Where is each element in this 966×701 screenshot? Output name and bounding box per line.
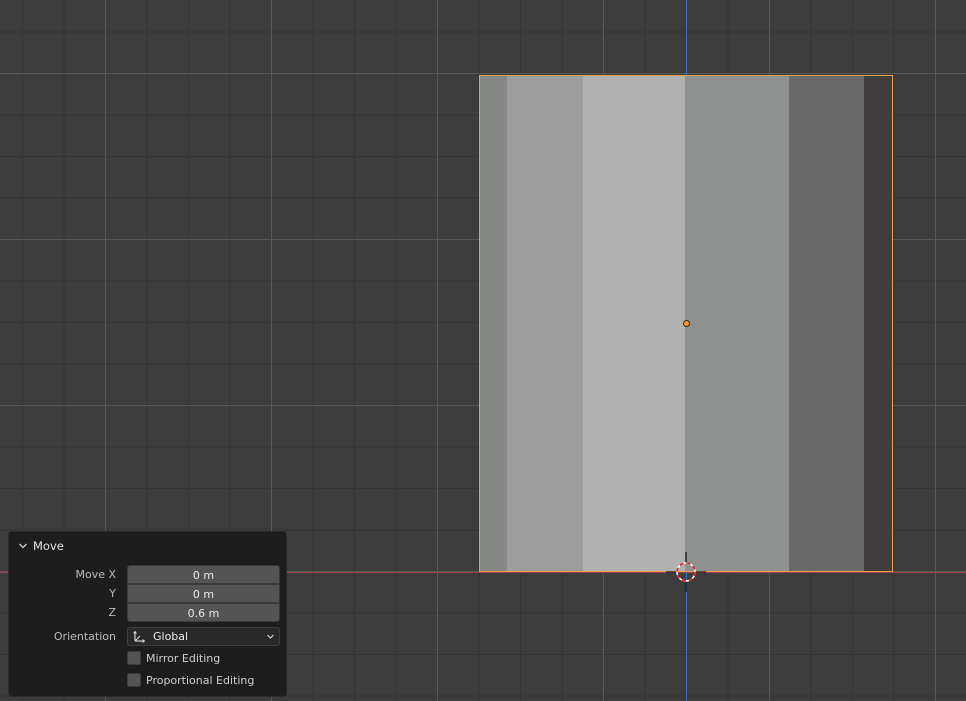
move-x-field[interactable]: 0 m	[127, 565, 280, 584]
mesh-face-band	[506, 76, 583, 571]
mesh-face-band	[685, 76, 789, 571]
checkbox-box[interactable]	[127, 673, 141, 687]
orientation-dropdown[interactable]: Global	[127, 627, 280, 646]
mirror-editing-checkbox[interactable]: Mirror Editing	[127, 650, 220, 666]
chevron-down-icon	[267, 634, 274, 639]
panel-header[interactable]: Move	[17, 538, 64, 554]
panel-title: Move	[33, 539, 64, 553]
mesh-face-band	[582, 76, 686, 571]
move-x-label: Move X	[75, 568, 116, 581]
move-z-label: Z	[108, 606, 116, 619]
orientation-axes-icon	[133, 630, 146, 643]
proportional-editing-checkbox[interactable]: Proportional Editing	[127, 672, 254, 688]
mesh-face-band	[864, 76, 892, 571]
object-origin-dot	[683, 320, 690, 327]
move-y-row: Y 0 m	[9, 584, 286, 603]
move-z-row: Z 0.6 m	[9, 603, 286, 622]
move-y-label: Y	[109, 587, 116, 600]
move-x-row: Move X 0 m	[9, 565, 286, 584]
move-y-field[interactable]: 0 m	[127, 584, 280, 603]
orientation-row: Orientation Global	[9, 627, 286, 646]
mesh-face-band	[480, 76, 507, 571]
chevron-down-icon	[19, 543, 27, 549]
operator-redo-panel: Move Move X 0 m Y 0 m Z 0.6 m Orientatio…	[8, 531, 287, 697]
3d-cursor-icon[interactable]	[666, 552, 706, 592]
move-z-field[interactable]: 0.6 m	[127, 603, 280, 622]
orientation-label: Orientation	[53, 630, 116, 643]
orientation-value: Global	[153, 630, 189, 643]
checkbox-box[interactable]	[127, 651, 141, 665]
proportional-editing-label: Proportional Editing	[146, 673, 255, 687]
mesh-face-band	[788, 76, 865, 571]
mirror-editing-label: Mirror Editing	[146, 651, 221, 665]
